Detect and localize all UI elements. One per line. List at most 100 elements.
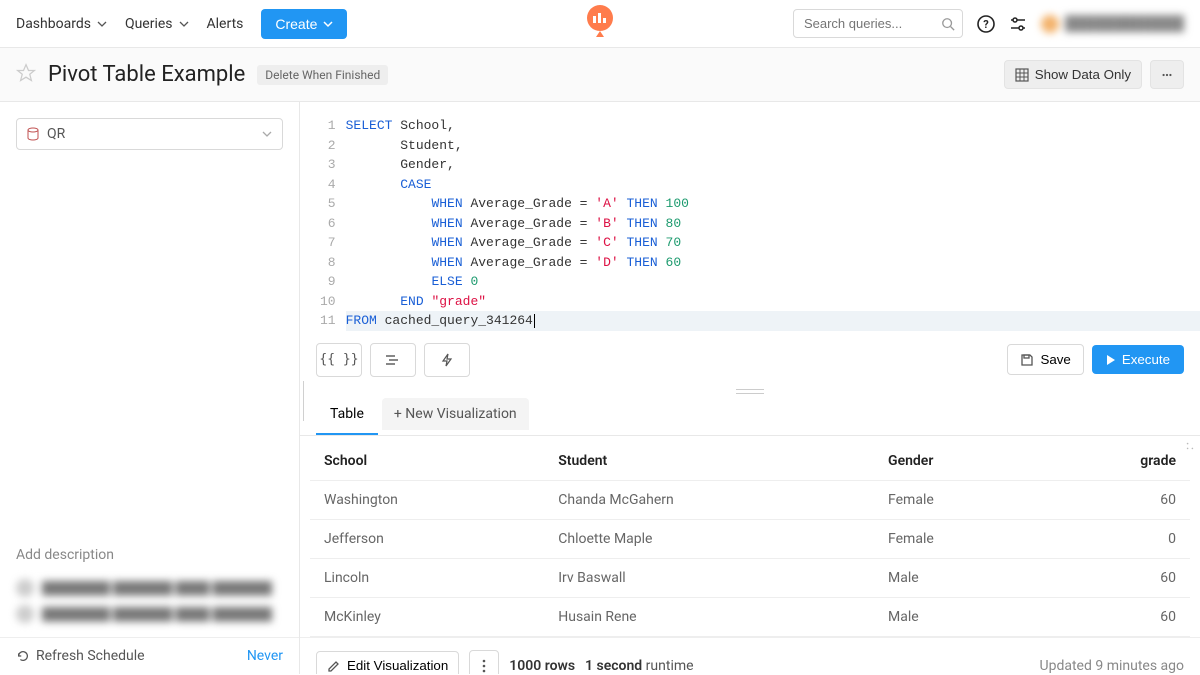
table-cell: Male <box>874 597 1044 636</box>
expand-icon[interactable] <box>1186 442 1194 450</box>
table-row[interactable]: JeffersonChloette MapleFemale0 <box>310 519 1190 558</box>
search-icon <box>941 17 955 31</box>
button-label: Execute <box>1122 352 1170 367</box>
results-table-wrap: SchoolStudentGendergradeWashingtonChanda… <box>310 442 1190 637</box>
nav-dashboards[interactable]: Dashboards <box>16 16 107 32</box>
settings-button[interactable] <box>1009 15 1027 33</box>
nav-queries[interactable]: Queries <box>125 16 189 32</box>
favorite-toggle[interactable] <box>16 63 36 87</box>
table-row[interactable]: McKinleyHusain ReneMale60 <box>310 597 1190 636</box>
tab-table[interactable]: Table <box>316 394 378 435</box>
datasource-label: QR <box>47 126 65 142</box>
runtime-value: 1 second <box>585 658 642 674</box>
activity-row: ████████ ███████ ████ ███████ <box>16 575 283 601</box>
execute-button[interactable]: Execute <box>1092 345 1184 374</box>
help-icon: ? <box>977 15 995 33</box>
lightning-icon <box>440 353 454 367</box>
nav-label: Dashboards <box>16 16 91 32</box>
button-label: Show Data Only <box>1035 67 1131 82</box>
search-box <box>793 9 963 38</box>
user-menu[interactable]: ████████████ <box>1041 15 1184 33</box>
chevron-down-icon <box>179 19 189 29</box>
table-cell: Chloette Maple <box>544 519 874 558</box>
add-description-link[interactable]: Add description <box>0 539 299 571</box>
table-cell: Irv Baswall <box>544 558 874 597</box>
refresh-label: Refresh Schedule <box>36 648 145 664</box>
button-label: Edit Visualization <box>347 658 448 673</box>
params-button[interactable]: {{ }} <box>316 343 362 377</box>
table-icon <box>1015 68 1029 82</box>
refresh-schedule-row: Refresh Schedule Never <box>0 637 299 674</box>
table-cell: 0 <box>1044 519 1190 558</box>
app-logo[interactable] <box>585 4 615 44</box>
table-cell: 60 <box>1044 597 1190 636</box>
table-cell: Washington <box>310 480 544 519</box>
table-cell: Husain Rene <box>544 597 874 636</box>
sql-editor[interactable]: 1234567891011 SELECT School, Student, Ge… <box>300 116 1200 331</box>
show-data-only-button[interactable]: Show Data Only <box>1004 60 1142 89</box>
tab-add-visualization[interactable]: + New Visualization <box>382 398 529 430</box>
query-panel: 1234567891011 SELECT School, Student, Ge… <box>300 102 1200 674</box>
table-cell: Female <box>874 480 1044 519</box>
column-header[interactable]: School <box>310 442 544 481</box>
dots-horizontal-icon <box>1161 68 1173 82</box>
table-cell: 60 <box>1044 480 1190 519</box>
dots-vertical-icon <box>482 659 486 673</box>
button-label: Save <box>1040 352 1070 367</box>
edit-visualization-button[interactable]: Edit Visualization <box>316 651 459 674</box>
page-title[interactable]: Pivot Table Example <box>48 62 245 87</box>
svg-text:?: ? <box>983 18 989 31</box>
column-header[interactable]: Gender <box>874 442 1044 481</box>
chevron-down-icon <box>97 19 107 29</box>
split-handle[interactable] <box>300 389 1200 394</box>
save-button[interactable]: Save <box>1007 344 1083 375</box>
top-nav: Dashboards Queries Alerts Create ? █████… <box>0 0 1200 48</box>
column-header[interactable]: grade <box>1044 442 1190 481</box>
chevron-down-icon <box>262 129 272 139</box>
table-cell: Female <box>874 519 1044 558</box>
viz-tabs: Table + New Visualization <box>300 394 1200 436</box>
button-label: Create <box>275 16 317 32</box>
sliders-icon <box>1009 15 1027 33</box>
activity-log: ████████ ███████ ████ ███████ ████████ █… <box>0 571 299 637</box>
table-row[interactable]: WashingtonChanda McGahernFemale60 <box>310 480 1190 519</box>
database-icon <box>27 127 39 141</box>
datasource-select[interactable]: QR <box>16 118 283 150</box>
save-icon <box>1020 353 1034 367</box>
table-cell: McKinley <box>310 597 544 636</box>
column-header[interactable]: Student <box>544 442 874 481</box>
editor-toolbar: {{ }} Save Execute <box>300 331 1200 389</box>
nav-label: Alerts <box>207 16 244 32</box>
activity-row: ████████ ███████ ████ ███████ <box>16 601 283 627</box>
table-cell: Lincoln <box>310 558 544 597</box>
results-footer: Edit Visualization 1000 rows 1 second ru… <box>300 637 1200 675</box>
search-input[interactable] <box>793 9 963 38</box>
autocomplete-button[interactable] <box>424 343 470 377</box>
table-cell: Chanda McGahern <box>544 480 874 519</box>
more-menu-button[interactable] <box>1150 60 1184 89</box>
refresh-value-link[interactable]: Never <box>247 648 283 664</box>
editor-code[interactable]: SELECT School, Student, Gender, CASE WHE… <box>346 116 1200 331</box>
runtime-label: runtime <box>646 658 694 674</box>
create-button[interactable]: Create <box>261 9 347 39</box>
refresh-icon <box>16 649 30 663</box>
nav-alerts[interactable]: Alerts <box>207 16 244 32</box>
left-sidebar: QR Add description ████████ ███████ ████… <box>0 102 300 674</box>
tag-badge[interactable]: Delete When Finished <box>257 65 388 85</box>
play-icon <box>1106 354 1116 366</box>
format-button[interactable] <box>370 343 416 377</box>
title-bar: Pivot Table Example Delete When Finished… <box>0 48 1200 102</box>
table-cell: Male <box>874 558 1044 597</box>
main-area: QR Add description ████████ ███████ ████… <box>0 102 1200 674</box>
chevron-down-icon <box>323 19 333 29</box>
viz-more-button[interactable] <box>469 650 499 675</box>
help-button[interactable]: ? <box>977 15 995 33</box>
table-cell: Jefferson <box>310 519 544 558</box>
table-cell: 60 <box>1044 558 1190 597</box>
row-count: 1000 rows <box>509 658 575 674</box>
editor-gutter: 1234567891011 <box>300 116 346 331</box>
table-row[interactable]: LincolnIrv BaswallMale60 <box>310 558 1190 597</box>
nav-label: Queries <box>125 16 173 32</box>
edit-icon <box>327 659 341 673</box>
last-updated: Updated 9 minutes ago <box>1040 658 1184 674</box>
